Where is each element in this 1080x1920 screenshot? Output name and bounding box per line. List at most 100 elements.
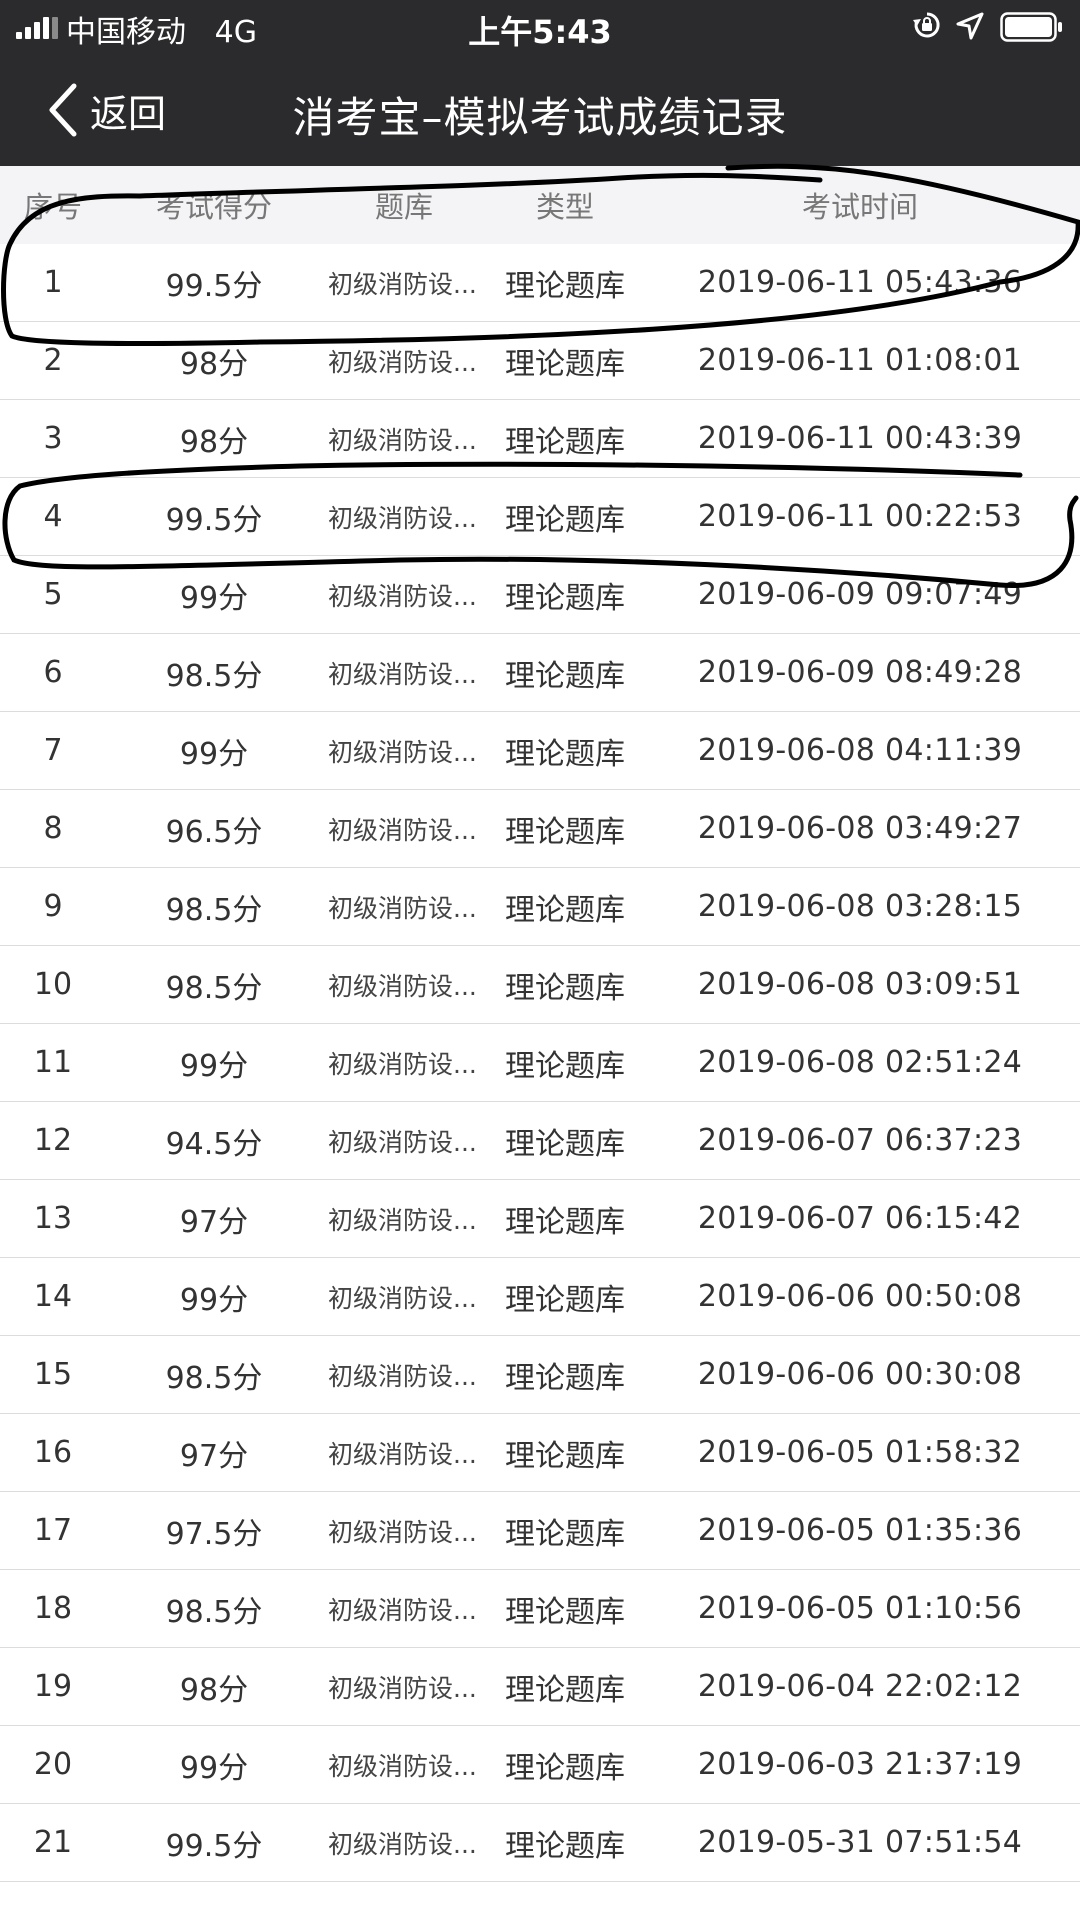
table-row[interactable]: 11 99分 初级消防设... 理论题库 2019-06-08 02:51:24	[0, 1024, 1080, 1102]
table-row[interactable]: 5 99分 初级消防设... 理论题库 2019-06-09 09:07:49	[0, 556, 1080, 634]
table-row[interactable]: 13 97分 初级消防设... 理论题库 2019-06-07 06:15:42	[0, 1180, 1080, 1258]
table-row[interactable]: 8 96.5分 初级消防设... 理论题库 2019-06-08 03:49:27	[0, 790, 1080, 868]
table-row[interactable]: 17 97.5分 初级消防设... 理论题库 2019-06-05 01:35:36	[0, 1492, 1080, 1570]
score-records-table: 序号 考试得分 题库 类型 考试时间 1 99.5分 初级消防设... 理论题库 201…	[0, 166, 1080, 1882]
header-index: 序号	[23, 190, 82, 224]
row-score: 99.5分	[165, 1828, 263, 1864]
table-row[interactable]: 3 98分 初级消防设... 理论题库 2019-06-11 00:43:39	[0, 400, 1080, 478]
row-bank: 初级消防设...	[328, 971, 477, 1001]
table-row[interactable]: 1 99.5分 初级消防设... 理论题库 2019-06-11 05:43:36	[0, 244, 1080, 322]
row-bank: 初级消防设...	[328, 1283, 477, 1313]
row-type: 理论题库	[505, 1828, 625, 1864]
row-index: 18	[33, 1591, 73, 1626]
row-index: 3	[43, 421, 63, 456]
row-index: 4	[43, 499, 63, 534]
row-type: 理论题库	[505, 268, 625, 304]
status-bar: 中国移动 4G 上午5:43	[0, 0, 1080, 54]
row-time: 2019-06-09 08:49:28	[697, 655, 1023, 690]
row-type: 理论题库	[505, 892, 625, 928]
row-score: 99分	[179, 736, 249, 772]
row-score: 99分	[179, 1750, 249, 1786]
table-row[interactable]: 16 97分 初级消防设... 理论题库 2019-06-05 01:58:32	[0, 1414, 1080, 1492]
row-index: 5	[43, 577, 63, 612]
row-time: 2019-06-06 00:50:08	[697, 1279, 1023, 1314]
table-row[interactable]: 20 99分 初级消防设... 理论题库 2019-06-03 21:37:19	[0, 1726, 1080, 1804]
table-row[interactable]: 14 99分 初级消防设... 理论题库 2019-06-06 00:50:08	[0, 1258, 1080, 1336]
row-bank: 初级消防设...	[328, 1361, 477, 1391]
row-score: 98.5分	[165, 1594, 263, 1630]
row-score: 99.5分	[165, 502, 263, 538]
row-time: 2019-06-09 09:07:49	[697, 577, 1023, 612]
row-type: 理论题库	[505, 1282, 625, 1318]
page-title: 消考宝–模拟考试成绩记录	[292, 93, 788, 142]
row-bank: 初级消防设...	[328, 893, 477, 923]
row-index: 15	[33, 1357, 73, 1392]
row-type: 理论题库	[505, 736, 625, 772]
location-arrow-icon	[956, 12, 984, 40]
row-bank: 初级消防设...	[328, 737, 477, 767]
row-type: 理论题库	[505, 970, 625, 1006]
row-bank: 初级消防设...	[328, 659, 477, 689]
row-index: 16	[33, 1435, 73, 1470]
row-time: 2019-05-31 07:51:54	[697, 1825, 1023, 1860]
row-time: 2019-06-08 04:11:39	[697, 733, 1023, 768]
row-index: 10	[33, 967, 73, 1002]
row-time: 2019-06-11 01:08:01	[697, 343, 1023, 378]
row-score: 98.5分	[165, 892, 263, 928]
table-row[interactable]: 4 99.5分 初级消防设... 理论题库 2019-06-11 00:22:53	[0, 478, 1080, 556]
row-score: 98.5分	[165, 658, 263, 694]
row-score: 97分	[179, 1204, 249, 1240]
table-row[interactable]: 15 98.5分 初级消防设... 理论题库 2019-06-06 00:30:08	[0, 1336, 1080, 1414]
table-row[interactable]: 10 98.5分 初级消防设... 理论题库 2019-06-08 03:09:51	[0, 946, 1080, 1024]
row-type: 理论题库	[505, 580, 625, 616]
table-row[interactable]: 6 98.5分 初级消防设... 理论题库 2019-06-09 08:49:28	[0, 634, 1080, 712]
header-time: 考试时间	[801, 190, 918, 224]
row-score: 98分	[179, 346, 249, 382]
row-bank: 初级消防设...	[328, 269, 477, 299]
table-row[interactable]: 21 99.5分 初级消防设... 理论题库 2019-05-31 07:51:54	[0, 1804, 1080, 1882]
row-bank: 初级消防设...	[328, 1439, 477, 1469]
table-row[interactable]: 2 98分 初级消防设... 理论题库 2019-06-11 01:08:01	[0, 322, 1080, 400]
row-index: 14	[33, 1279, 73, 1314]
row-score: 98分	[179, 424, 249, 460]
row-score: 98.5分	[165, 1360, 263, 1396]
row-time: 2019-06-07 06:37:23	[697, 1123, 1023, 1158]
top-bar: 中国移动 4G 上午5:43 返回 消考宝–模拟考试成绩记录	[0, 0, 1080, 166]
table-row[interactable]: 7 99分 初级消防设... 理论题库 2019-06-08 04:11:39	[0, 712, 1080, 790]
row-score: 98分	[179, 1672, 249, 1708]
row-score: 98.5分	[165, 970, 263, 1006]
row-type: 理论题库	[505, 658, 625, 694]
row-bank: 初级消防设...	[328, 1595, 477, 1625]
row-index: 8	[43, 811, 63, 846]
row-type: 理论题库	[505, 1750, 625, 1786]
row-bank: 初级消防设...	[328, 1049, 477, 1079]
row-index: 19	[33, 1669, 73, 1704]
table-row[interactable]: 9 98.5分 初级消防设... 理论题库 2019-06-08 03:28:15	[0, 868, 1080, 946]
row-type: 理论题库	[505, 1594, 625, 1630]
row-bank: 初级消防设...	[328, 1517, 477, 1547]
table-row[interactable]: 12 94.5分 初级消防设... 理论题库 2019-06-07 06:37:23	[0, 1102, 1080, 1180]
row-bank: 初级消防设...	[328, 1673, 477, 1703]
table-row[interactable]: 18 98.5分 初级消防设... 理论题库 2019-06-05 01:10:56	[0, 1570, 1080, 1648]
row-bank: 初级消防设...	[328, 425, 477, 455]
row-type: 理论题库	[505, 814, 625, 850]
row-time: 2019-06-11 05:43:36	[697, 265, 1023, 300]
row-index: 2	[43, 343, 63, 378]
row-time: 2019-06-08 03:49:27	[697, 811, 1023, 846]
row-score: 99分	[179, 580, 249, 616]
row-time: 2019-06-05 01:35:36	[697, 1513, 1023, 1548]
row-time: 2019-06-11 00:22:53	[697, 499, 1023, 534]
row-bank: 初级消防设...	[328, 815, 477, 845]
row-index: 13	[33, 1201, 73, 1236]
row-type: 理论题库	[505, 1438, 625, 1474]
row-score: 94.5分	[165, 1126, 263, 1162]
row-time: 2019-06-07 06:15:42	[697, 1201, 1023, 1236]
row-type: 理论题库	[505, 1204, 625, 1240]
table-header: 序号 考试得分 题库 类型 考试时间	[0, 166, 1080, 244]
header-score: 考试得分	[155, 190, 272, 224]
row-type: 理论题库	[505, 1672, 625, 1708]
row-bank: 初级消防设...	[328, 1829, 477, 1859]
row-index: 20	[33, 1747, 73, 1782]
table-row[interactable]: 19 98分 初级消防设... 理论题库 2019-06-04 22:02:12	[0, 1648, 1080, 1726]
row-score: 99分	[179, 1048, 249, 1084]
